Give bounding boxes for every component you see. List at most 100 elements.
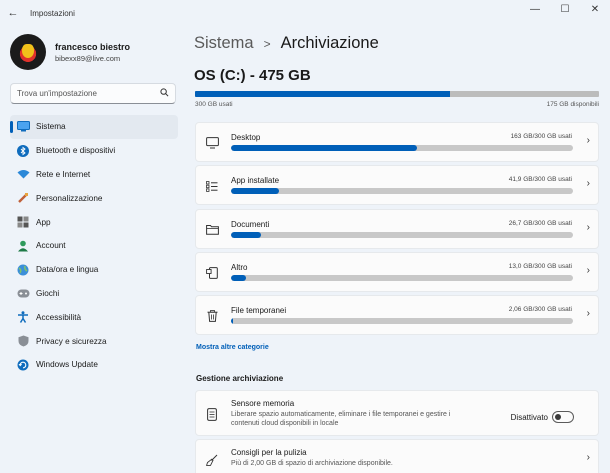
category-documenti[interactable]: Documenti 26,7 GB/300 GB usati › bbox=[195, 208, 599, 249]
update-icon bbox=[16, 358, 30, 372]
category-name: Documenti bbox=[231, 219, 270, 229]
breadcrumb: Sistema > Archiviazione bbox=[194, 34, 379, 53]
sidebar-item-personalizzazione[interactable]: Personalizzazione bbox=[10, 186, 178, 210]
category-app-installate[interactable]: App installate 41,9 GB/300 GB usati › bbox=[195, 165, 599, 206]
sidebar-item-label: Sistema bbox=[36, 122, 66, 132]
sidebar-item-label: Giochi bbox=[36, 288, 60, 298]
category-name: File temporanei bbox=[231, 306, 287, 316]
sidebar-item-rete[interactable]: Rete e Internet bbox=[10, 163, 178, 187]
breadcrumb-separator: > bbox=[263, 37, 271, 51]
storage-drive-icon bbox=[205, 407, 219, 421]
broom-icon bbox=[205, 453, 219, 467]
storage-sense-title: Sensore memoria bbox=[231, 399, 295, 408]
trash-icon bbox=[205, 309, 219, 323]
drive-used-label: 300 GB usati bbox=[195, 101, 233, 108]
sidebar-item-sistema[interactable]: Sistema bbox=[10, 115, 178, 139]
category-usage-bar bbox=[231, 274, 573, 281]
sidebar-item-label: Rete e Internet bbox=[36, 169, 91, 179]
sidebar: francesco biestro bibexx89@live.com Sist… bbox=[0, 26, 186, 473]
apps-icon bbox=[16, 215, 30, 229]
sidebar-item-label: Windows Update bbox=[36, 360, 98, 370]
sidebar-item-accessibilita[interactable]: Accessibilità bbox=[10, 305, 178, 329]
page-title: Archiviazione bbox=[280, 34, 379, 52]
search-input[interactable] bbox=[17, 89, 160, 98]
category-name: App installate bbox=[231, 176, 280, 186]
category-usage-fill bbox=[231, 231, 262, 238]
category-usage-fill bbox=[231, 274, 246, 281]
chevron-right-icon: › bbox=[586, 221, 590, 233]
app-list-icon bbox=[205, 179, 219, 193]
drive-usage-fill bbox=[195, 91, 451, 97]
chevron-right-icon: › bbox=[586, 135, 590, 146]
other-files-icon bbox=[205, 266, 219, 280]
user-name: francesco biestro bbox=[55, 41, 131, 52]
sidebar-item-label: Accessibilità bbox=[36, 312, 82, 322]
category-altro[interactable]: Altro 13,0 GB/300 GB usati › bbox=[195, 251, 599, 292]
sidebar-item-label: Personalizzazione bbox=[36, 193, 103, 203]
cleanup-title: Consigli per la pulizia bbox=[231, 448, 307, 457]
show-more-categories-link[interactable]: Mostra altre categorie bbox=[196, 344, 269, 351]
chevron-right-icon: › bbox=[586, 308, 590, 320]
sidebar-item-data-ora[interactable]: Data/ora e lingua bbox=[10, 258, 178, 282]
chevron-right-icon: › bbox=[586, 178, 590, 190]
sidebar-item-giochi[interactable]: Giochi bbox=[10, 282, 178, 306]
category-size: 2,06 GB/300 GB usati bbox=[508, 306, 572, 314]
maximize-button[interactable]: ☐ bbox=[550, 0, 580, 18]
sidebar-item-bluetooth[interactable]: Bluetooth e dispositivi bbox=[10, 139, 178, 163]
minimize-button[interactable]: — bbox=[520, 0, 550, 18]
sidebar-item-label: Account bbox=[36, 241, 66, 251]
category-usage-bar bbox=[231, 318, 573, 325]
globe-clock-icon bbox=[16, 263, 30, 277]
close-button[interactable]: ✕ bbox=[580, 0, 610, 18]
storage-sense-toggle-label: Disattivato bbox=[510, 413, 548, 422]
category-desktop[interactable]: Desktop 163 GB/300 GB usati › bbox=[195, 122, 599, 162]
category-list: Desktop 163 GB/300 GB usati › App instal… bbox=[195, 122, 599, 338]
sidebar-item-privacy[interactable]: Privacy e sicurezza bbox=[10, 329, 178, 353]
category-size: 163 GB/300 GB usati bbox=[510, 133, 572, 140]
account-icon bbox=[16, 239, 30, 253]
category-usage-bar bbox=[231, 231, 573, 238]
title-bar: ← Impostazioni — ☐ ✕ bbox=[0, 0, 610, 26]
section-title-management: Gestione archiviazione bbox=[196, 374, 284, 383]
main-content: Sistema > Archiviazione OS (C:) - 475 GB… bbox=[186, 26, 610, 473]
category-file-temporanei[interactable]: File temporanei 2,06 GB/300 GB usati › bbox=[195, 295, 599, 336]
toggle-knob bbox=[555, 414, 561, 420]
category-size: 13,0 GB/300 GB usati bbox=[508, 262, 572, 270]
search-icon[interactable] bbox=[160, 88, 169, 99]
drive-usage-bar bbox=[195, 91, 599, 97]
cleanup-recommendations-card[interactable]: Consigli per la pulizia Più di 2,00 GB d… bbox=[195, 439, 599, 473]
storage-sense-description: Liberare spazio automaticamente, elimina… bbox=[231, 411, 451, 427]
accessibility-icon bbox=[16, 310, 30, 324]
storage-sense-card[interactable]: Sensore memoria Liberare spazio automati… bbox=[195, 390, 599, 436]
sidebar-item-app[interactable]: App bbox=[10, 210, 178, 234]
sidebar-item-label: Bluetooth e dispositivi bbox=[36, 146, 116, 156]
chevron-right-icon: › bbox=[586, 452, 590, 463]
avatar bbox=[10, 34, 46, 70]
window-controls: — ☐ ✕ bbox=[520, 0, 610, 18]
sidebar-item-label: Privacy e sicurezza bbox=[36, 336, 107, 346]
category-usage-bar bbox=[231, 145, 573, 151]
cleanup-description: Più di 2,00 GB di spazio di archiviazion… bbox=[231, 460, 393, 467]
bluetooth-icon bbox=[16, 144, 30, 158]
brush-icon bbox=[16, 191, 30, 205]
storage-sense-toggle[interactable] bbox=[552, 411, 574, 423]
chevron-right-icon: › bbox=[586, 264, 590, 276]
breadcrumb-parent[interactable]: Sistema bbox=[194, 34, 254, 53]
category-size: 41,9 GB/300 GB usati bbox=[508, 176, 572, 184]
wifi-icon bbox=[16, 167, 30, 181]
back-button[interactable]: ← bbox=[0, 0, 26, 26]
sidebar-item-account[interactable]: Account bbox=[10, 234, 178, 258]
category-usage-fill bbox=[231, 145, 417, 151]
search-box[interactable] bbox=[10, 83, 176, 104]
window-title: Impostazioni bbox=[30, 8, 75, 18]
category-name: Altro bbox=[231, 262, 248, 272]
category-name: Desktop bbox=[231, 133, 261, 142]
category-size: 26,7 GB/300 GB usati bbox=[508, 219, 572, 227]
sidebar-item-windows-update[interactable]: Windows Update bbox=[10, 353, 178, 377]
sidebar-item-label: Data/ora e lingua bbox=[36, 265, 99, 275]
user-email: bibexx89@live.com bbox=[55, 53, 121, 63]
user-profile[interactable]: francesco biestro bibexx89@live.com bbox=[10, 34, 130, 70]
drive-title: OS (C:) - 475 GB bbox=[194, 67, 311, 84]
folder-icon bbox=[205, 223, 219, 237]
user-info: francesco biestro bibexx89@live.com bbox=[55, 42, 130, 63]
